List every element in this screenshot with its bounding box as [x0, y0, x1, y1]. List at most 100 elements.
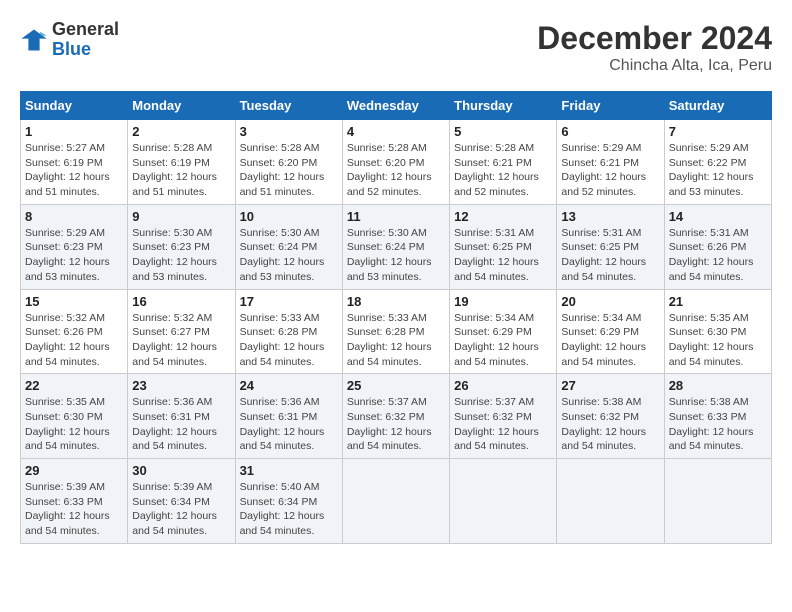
sunrise-text: Sunrise: 5:32 AM — [25, 312, 105, 324]
daylight-text: Daylight: 12 hours and 54 minutes. — [454, 426, 539, 453]
sunset-text: Sunset: 6:28 PM — [240, 326, 318, 338]
calendar-cell: 28 Sunrise: 5:38 AM Sunset: 6:33 PM Dayl… — [664, 374, 771, 459]
day-number: 13 — [561, 209, 659, 224]
day-detail: Sunrise: 5:30 AM Sunset: 6:23 PM Dayligh… — [132, 226, 230, 285]
daylight-text: Daylight: 12 hours and 53 minutes. — [240, 256, 325, 283]
day-detail: Sunrise: 5:37 AM Sunset: 6:32 PM Dayligh… — [347, 395, 445, 454]
calendar-cell: 11 Sunrise: 5:30 AM Sunset: 6:24 PM Dayl… — [342, 204, 449, 289]
day-number: 21 — [669, 294, 767, 309]
sunset-text: Sunset: 6:32 PM — [347, 411, 425, 423]
daylight-text: Daylight: 12 hours and 53 minutes. — [25, 256, 110, 283]
sunset-text: Sunset: 6:25 PM — [454, 241, 532, 253]
sunrise-text: Sunrise: 5:30 AM — [240, 227, 320, 239]
day-number: 28 — [669, 378, 767, 393]
day-detail: Sunrise: 5:32 AM Sunset: 6:26 PM Dayligh… — [25, 311, 123, 370]
sunrise-text: Sunrise: 5:36 AM — [240, 396, 320, 408]
calendar-cell: 5 Sunrise: 5:28 AM Sunset: 6:21 PM Dayli… — [450, 120, 557, 205]
day-number: 10 — [240, 209, 338, 224]
sunrise-text: Sunrise: 5:28 AM — [454, 142, 534, 154]
day-detail: Sunrise: 5:30 AM Sunset: 6:24 PM Dayligh… — [347, 226, 445, 285]
calendar-cell: 30 Sunrise: 5:39 AM Sunset: 6:34 PM Dayl… — [128, 459, 235, 544]
day-number: 24 — [240, 378, 338, 393]
sunset-text: Sunset: 6:29 PM — [454, 326, 532, 338]
sunrise-text: Sunrise: 5:30 AM — [347, 227, 427, 239]
sunset-text: Sunset: 6:21 PM — [561, 157, 639, 169]
daylight-text: Daylight: 12 hours and 53 minutes. — [669, 171, 754, 198]
sunrise-text: Sunrise: 5:38 AM — [669, 396, 749, 408]
day-detail: Sunrise: 5:35 AM Sunset: 6:30 PM Dayligh… — [25, 395, 123, 454]
day-number: 3 — [240, 124, 338, 139]
day-number: 15 — [25, 294, 123, 309]
weekday-header-saturday: Saturday — [664, 92, 771, 120]
sunset-text: Sunset: 6:23 PM — [25, 241, 103, 253]
calendar-cell: 31 Sunrise: 5:40 AM Sunset: 6:34 PM Dayl… — [235, 459, 342, 544]
calendar-week-row: 22 Sunrise: 5:35 AM Sunset: 6:30 PM Dayl… — [21, 374, 772, 459]
sunset-text: Sunset: 6:21 PM — [454, 157, 532, 169]
month-title: December 2024 — [537, 20, 772, 57]
sunrise-text: Sunrise: 5:39 AM — [132, 481, 212, 493]
day-detail: Sunrise: 5:31 AM Sunset: 6:25 PM Dayligh… — [454, 226, 552, 285]
sunrise-text: Sunrise: 5:39 AM — [25, 481, 105, 493]
day-detail: Sunrise: 5:28 AM Sunset: 6:20 PM Dayligh… — [347, 141, 445, 200]
day-number: 1 — [25, 124, 123, 139]
calendar-cell: 1 Sunrise: 5:27 AM Sunset: 6:19 PM Dayli… — [21, 120, 128, 205]
weekday-header-tuesday: Tuesday — [235, 92, 342, 120]
sunset-text: Sunset: 6:31 PM — [240, 411, 318, 423]
sunset-text: Sunset: 6:26 PM — [669, 241, 747, 253]
sunset-text: Sunset: 6:19 PM — [132, 157, 210, 169]
day-number: 14 — [669, 209, 767, 224]
day-detail: Sunrise: 5:29 AM Sunset: 6:23 PM Dayligh… — [25, 226, 123, 285]
day-number: 17 — [240, 294, 338, 309]
sunrise-text: Sunrise: 5:37 AM — [347, 396, 427, 408]
logo-text: General Blue — [52, 20, 119, 60]
sunrise-text: Sunrise: 5:28 AM — [132, 142, 212, 154]
page-header: General Blue December 2024 Chincha Alta,… — [20, 20, 772, 75]
sunrise-text: Sunrise: 5:40 AM — [240, 481, 320, 493]
day-detail: Sunrise: 5:40 AM Sunset: 6:34 PM Dayligh… — [240, 480, 338, 539]
sunset-text: Sunset: 6:32 PM — [561, 411, 639, 423]
calendar-cell — [342, 459, 449, 544]
daylight-text: Daylight: 12 hours and 51 minutes. — [132, 171, 217, 198]
calendar-cell: 29 Sunrise: 5:39 AM Sunset: 6:33 PM Dayl… — [21, 459, 128, 544]
calendar-cell — [557, 459, 664, 544]
calendar-cell: 12 Sunrise: 5:31 AM Sunset: 6:25 PM Dayl… — [450, 204, 557, 289]
sunset-text: Sunset: 6:33 PM — [669, 411, 747, 423]
calendar-cell — [664, 459, 771, 544]
sunrise-text: Sunrise: 5:37 AM — [454, 396, 534, 408]
daylight-text: Daylight: 12 hours and 54 minutes. — [240, 510, 325, 537]
sunset-text: Sunset: 6:34 PM — [132, 496, 210, 508]
calendar-cell: 27 Sunrise: 5:38 AM Sunset: 6:32 PM Dayl… — [557, 374, 664, 459]
sunrise-text: Sunrise: 5:31 AM — [669, 227, 749, 239]
daylight-text: Daylight: 12 hours and 53 minutes. — [347, 256, 432, 283]
day-number: 20 — [561, 294, 659, 309]
sunrise-text: Sunrise: 5:35 AM — [669, 312, 749, 324]
daylight-text: Daylight: 12 hours and 54 minutes. — [669, 341, 754, 368]
calendar-cell: 13 Sunrise: 5:31 AM Sunset: 6:25 PM Dayl… — [557, 204, 664, 289]
day-detail: Sunrise: 5:33 AM Sunset: 6:28 PM Dayligh… — [240, 311, 338, 370]
sunset-text: Sunset: 6:25 PM — [561, 241, 639, 253]
sunrise-text: Sunrise: 5:33 AM — [347, 312, 427, 324]
sunset-text: Sunset: 6:30 PM — [669, 326, 747, 338]
day-detail: Sunrise: 5:29 AM Sunset: 6:21 PM Dayligh… — [561, 141, 659, 200]
calendar-week-row: 29 Sunrise: 5:39 AM Sunset: 6:33 PM Dayl… — [21, 459, 772, 544]
calendar-cell: 22 Sunrise: 5:35 AM Sunset: 6:30 PM Dayl… — [21, 374, 128, 459]
calendar-week-row: 1 Sunrise: 5:27 AM Sunset: 6:19 PM Dayli… — [21, 120, 772, 205]
day-number: 9 — [132, 209, 230, 224]
sunset-text: Sunset: 6:33 PM — [25, 496, 103, 508]
sunrise-text: Sunrise: 5:30 AM — [132, 227, 212, 239]
sunset-text: Sunset: 6:26 PM — [25, 326, 103, 338]
daylight-text: Daylight: 12 hours and 54 minutes. — [132, 426, 217, 453]
day-detail: Sunrise: 5:38 AM Sunset: 6:33 PM Dayligh… — [669, 395, 767, 454]
day-number: 4 — [347, 124, 445, 139]
sunset-text: Sunset: 6:34 PM — [240, 496, 318, 508]
daylight-text: Daylight: 12 hours and 54 minutes. — [132, 341, 217, 368]
day-number: 25 — [347, 378, 445, 393]
day-number: 16 — [132, 294, 230, 309]
daylight-text: Daylight: 12 hours and 54 minutes. — [347, 341, 432, 368]
sunset-text: Sunset: 6:32 PM — [454, 411, 532, 423]
day-detail: Sunrise: 5:37 AM Sunset: 6:32 PM Dayligh… — [454, 395, 552, 454]
day-number: 5 — [454, 124, 552, 139]
sunrise-text: Sunrise: 5:27 AM — [25, 142, 105, 154]
day-number: 12 — [454, 209, 552, 224]
weekday-header-friday: Friday — [557, 92, 664, 120]
